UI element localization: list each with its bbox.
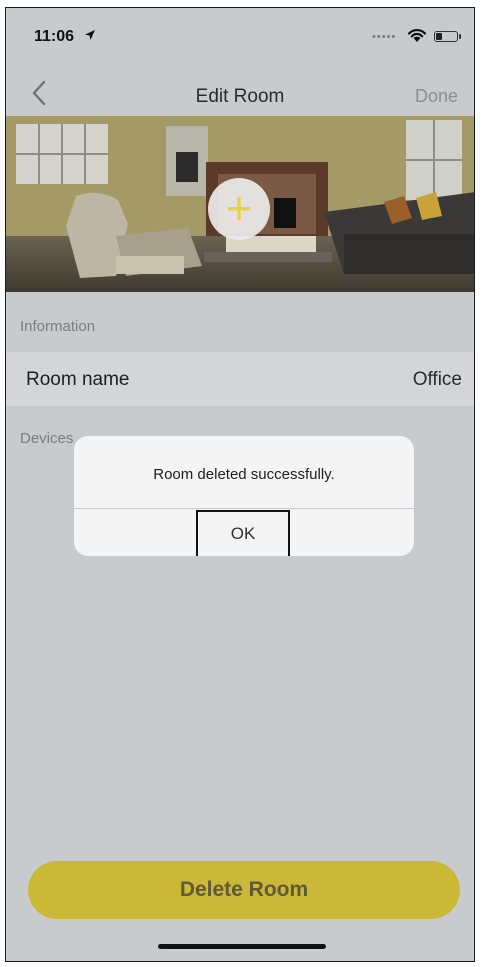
cellular-signal-icon: ••••• bbox=[372, 31, 397, 43]
done-button[interactable]: Done bbox=[415, 86, 458, 107]
page-title: Edit Room bbox=[195, 86, 285, 107]
room-name-label: Room name bbox=[26, 369, 130, 390]
phone-screen: 11:06 ••••• Edit Room Done + Information… bbox=[5, 7, 475, 962]
status-bar: 11:06 ••••• bbox=[6, 8, 474, 66]
ok-button[interactable]: OK bbox=[196, 510, 290, 556]
wifi-icon bbox=[407, 29, 427, 42]
location-arrow-icon bbox=[85, 30, 95, 40]
home-indicator bbox=[158, 944, 326, 949]
devices-section-header: Devices bbox=[20, 430, 74, 447]
alert-message: Room deleted successfully. bbox=[153, 466, 335, 483]
alert-divider bbox=[74, 508, 414, 509]
navigation-bar: Edit Room Done bbox=[6, 66, 474, 118]
battery-level bbox=[436, 33, 442, 40]
room-name-row[interactable]: Room name Office bbox=[6, 352, 474, 406]
delete-room-label: Delete Room bbox=[179, 878, 309, 901]
status-time: 11:06 bbox=[34, 28, 75, 45]
information-section-header: Information bbox=[20, 318, 96, 335]
ok-button-label: OK bbox=[230, 524, 256, 543]
battery-icon bbox=[434, 31, 461, 42]
room-photo: + bbox=[6, 116, 474, 292]
success-alert-dialog: Room deleted successfully. OK bbox=[74, 436, 414, 556]
add-photo-button[interactable]: + bbox=[208, 178, 270, 240]
room-name-value: Office bbox=[412, 369, 462, 390]
delete-room-button[interactable]: Delete Room bbox=[28, 861, 460, 919]
plus-icon: + bbox=[225, 182, 253, 234]
